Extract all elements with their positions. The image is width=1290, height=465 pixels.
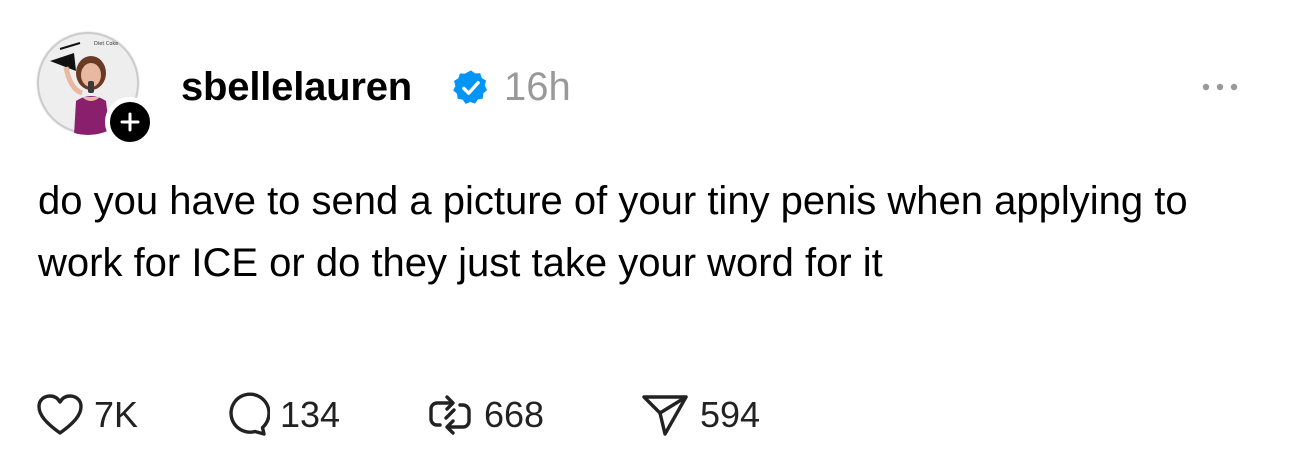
plus-icon bbox=[120, 112, 140, 132]
like-button[interactable]: 7K bbox=[36, 390, 138, 440]
username[interactable]: sbellelauren bbox=[181, 60, 412, 114]
more-options-button[interactable] bbox=[1196, 72, 1244, 102]
reply-count: 134 bbox=[280, 394, 341, 435]
repost-button[interactable]: 668 bbox=[426, 390, 544, 440]
more-icon bbox=[1202, 83, 1238, 91]
avatar-container[interactable]: Diet Coke bbox=[36, 31, 155, 147]
heart-icon bbox=[37, 394, 83, 435]
verified-badge-icon bbox=[453, 70, 488, 104]
reply-button[interactable]: 134 bbox=[222, 390, 340, 440]
share-button[interactable]: 594 bbox=[640, 390, 760, 440]
share-count: 594 bbox=[700, 394, 761, 435]
avatar-caption: Diet Coke bbox=[94, 41, 118, 47]
send-icon bbox=[642, 395, 688, 436]
reply-bubble-icon bbox=[229, 392, 270, 436]
post-text: do you have to send a picture of your ti… bbox=[38, 179, 1188, 285]
repost-icon bbox=[429, 395, 471, 435]
post-timestamp: 16h bbox=[504, 65, 571, 109]
like-count: 7K bbox=[94, 394, 139, 435]
thread-post: Diet Coke sbellelauren 16h do you have t… bbox=[0, 0, 1290, 465]
follow-button[interactable] bbox=[105, 97, 155, 147]
repost-count: 668 bbox=[484, 394, 545, 435]
